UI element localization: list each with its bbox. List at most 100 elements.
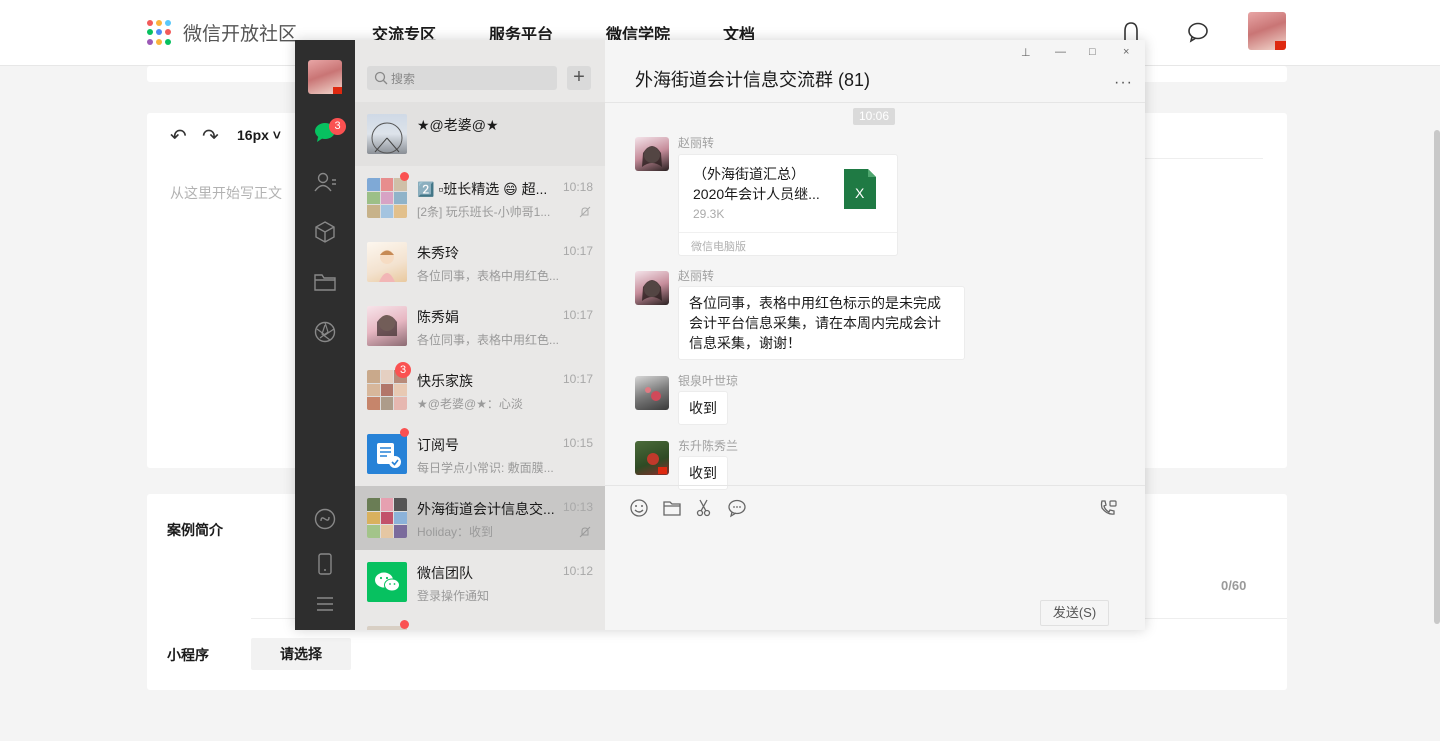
miniprogram-select[interactable]: 请选择 [251, 638, 351, 670]
chat-avatar [367, 114, 407, 154]
subscription-icon [367, 434, 407, 474]
excel-file-icon: X [844, 169, 876, 209]
chat-name: 外海街道会计信息交... [417, 501, 555, 517]
user-avatar[interactable] [1248, 12, 1286, 50]
logo-dot [165, 29, 171, 36]
case-char-count: 0/60 [1221, 578, 1247, 593]
send-button[interactable]: 发送(S) [1040, 600, 1109, 626]
logo-dot [156, 29, 162, 36]
chat-name: 陈秀娟 [417, 309, 459, 325]
moments-icon[interactable] [313, 320, 337, 344]
chat-avatar [367, 498, 407, 538]
logo-dot [156, 38, 162, 45]
chat-bubble-icon[interactable] [1186, 20, 1210, 44]
more-options-button[interactable]: ··· [1114, 74, 1133, 92]
sender-avatar[interactable] [635, 137, 669, 171]
chat-preview: ★@老婆@★：心淡 [417, 397, 523, 411]
case-label: 案例简介 [167, 522, 223, 538]
logo-dot [147, 38, 153, 45]
file-message[interactable]: （外海街道汇总）2020年会计人员继... 29.3K X 微信电脑版 [678, 154, 898, 256]
search-icon [374, 71, 388, 85]
unread-dot [400, 620, 409, 629]
chat-time: 10:18 [562, 180, 593, 194]
logo-dot [147, 29, 153, 36]
unread-badge: 3 [329, 118, 346, 135]
chat-history-icon[interactable] [727, 498, 747, 518]
chat-name: 快乐家族 [417, 373, 473, 389]
chat-preview: 各位同事，表格中用红色... [417, 269, 560, 283]
conversation-title: 外海街道会计信息交流群 (81) [635, 70, 871, 90]
chat-list: 搜索 + ★@老婆@★ 2️⃣ ▫班长精选 😄 超... [2条] 玩乐班长-小… [355, 40, 605, 630]
my-avatar[interactable] [308, 60, 342, 94]
sender-name: 银泉叶世琼 [678, 374, 739, 388]
chat-item[interactable]: 陈秀娟 各位同事，表格中用红色... 10:17 [355, 294, 605, 358]
chat-time: 10:15 [562, 436, 593, 450]
file-size: 29.3K [693, 207, 725, 221]
menu-icon[interactable] [313, 592, 337, 616]
maximize-button[interactable]: □ [1089, 46, 1096, 58]
chat-time: 10:17 [562, 372, 593, 386]
text-message[interactable]: 各位同事，表格中用红色标示的是未完成会计平台信息采集，请在本周内完成会计信息采集… [678, 286, 965, 360]
minimize-button[interactable]: — [1055, 46, 1066, 58]
logo-dot [147, 19, 153, 26]
sender-name: 东升陈秀兰 [678, 439, 739, 453]
redo-icon[interactable]: ↷ [202, 124, 219, 149]
logo-text: 微信开放社区 [183, 24, 298, 45]
mute-icon [579, 526, 591, 538]
pin-window-button[interactable]: ⊥ [1021, 46, 1031, 59]
chat-time: 10:12 [562, 564, 593, 578]
close-button[interactable]: × [1123, 46, 1129, 58]
chat-name: 订阅号 [417, 437, 459, 453]
sender-avatar[interactable] [635, 271, 669, 305]
contacts-icon[interactable] [313, 170, 337, 194]
emoji-icon[interactable] [629, 498, 649, 518]
text-message[interactable]: 收到 [678, 391, 728, 425]
message-timestamp: 10:06 [853, 108, 896, 125]
chat-name: 2️⃣ ▫班长精选 😄 超... [417, 181, 548, 197]
search-box[interactable]: 搜索 [367, 66, 557, 90]
logo[interactable]: 微信开放社区 [147, 19, 297, 46]
wechat-sidebar: 3 [295, 40, 355, 630]
unread-dot [400, 172, 409, 181]
folder-icon[interactable] [662, 498, 682, 518]
chat-item[interactable]: 朱秀玲 各位同事，表格中用红色... 10:17 [355, 230, 605, 294]
search-placeholder: 搜索 [391, 72, 416, 86]
miniprogram-icon[interactable] [313, 507, 337, 531]
chat-avatar [367, 306, 407, 346]
chat-item[interactable] [355, 614, 605, 630]
sender-name: 赵丽转 [678, 136, 715, 150]
chat-time: 10:17 [562, 308, 593, 322]
font-size-select[interactable]: 16px ˅ [237, 127, 281, 143]
chat-preview: 登录操作通知 [417, 589, 490, 603]
chat-item[interactable]: 订阅号 每日学点小常识: 敷面膜... 10:15 [355, 422, 605, 486]
editor-placeholder[interactable]: 从这里开始写正文 [170, 183, 282, 203]
miniprogram-label: 小程序 [167, 647, 209, 663]
page-scrollbar[interactable] [1434, 130, 1440, 624]
logo-dot [165, 38, 171, 45]
mute-icon [579, 206, 591, 218]
chat-item[interactable]: 微信团队 登录操作通知 10:12 [355, 550, 605, 614]
favorites-cube-icon[interactable] [313, 220, 337, 244]
input-divider [605, 485, 1145, 486]
add-button[interactable]: + [567, 66, 591, 90]
chat-item[interactable]: ★@老婆@★ [355, 102, 605, 166]
chat-preview: Holiday：收到 [417, 525, 494, 539]
logo-dot [165, 19, 171, 26]
folder-icon[interactable] [313, 270, 337, 294]
undo-icon[interactable]: ↶ [170, 124, 187, 149]
unread-badge: 3 [395, 362, 411, 378]
sender-avatar[interactable] [635, 441, 669, 475]
wechat-team-icon [367, 562, 407, 602]
chat-avatar [367, 242, 407, 282]
chat-item[interactable]: 2️⃣ ▫班长精选 😄 超... [2条] 玩乐班长-小帅哥1... 10:18 [355, 166, 605, 230]
chat-item[interactable]: 外海街道会计信息交... Holiday：收到 10:13 [355, 486, 605, 550]
svg-text:X: X [855, 185, 865, 201]
sender-avatar[interactable] [635, 376, 669, 410]
chat-item[interactable]: 3 快乐家族 ★@老婆@★：心淡 10:17 [355, 358, 605, 422]
logo-dot [156, 19, 162, 26]
scissors-icon[interactable] [694, 498, 714, 518]
logo-icon [147, 19, 173, 46]
phone-icon[interactable] [313, 552, 337, 576]
voice-call-icon[interactable] [1098, 498, 1118, 518]
chat-avatar [367, 178, 407, 218]
